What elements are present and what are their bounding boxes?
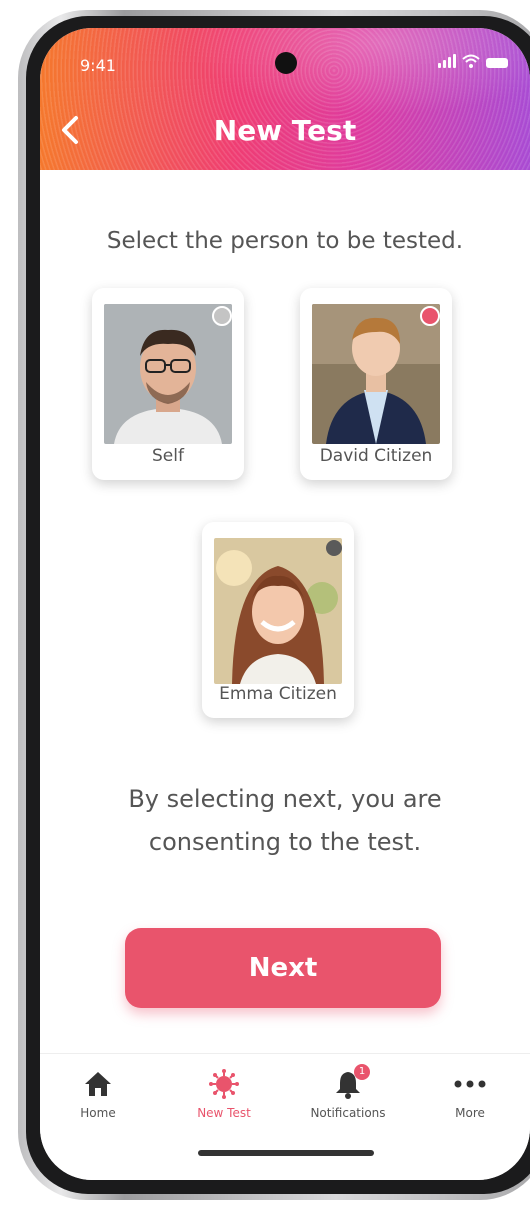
person-card-david[interactable]: David Citizen xyxy=(300,288,452,480)
person-card-emma[interactable]: Emma Citizen xyxy=(202,522,354,718)
emma-photo xyxy=(214,538,342,684)
tab-new-test[interactable]: New Test xyxy=(174,1068,274,1120)
home-indicator[interactable] xyxy=(198,1150,374,1156)
notification-badge: 1 xyxy=(354,1064,370,1080)
self-photo xyxy=(104,304,232,444)
camera-icon xyxy=(275,52,297,74)
consent-text: By selecting next, you are consenting to… xyxy=(40,778,530,864)
signal-icon xyxy=(438,54,456,68)
person-label: Self xyxy=(152,446,184,466)
status-time: 9:41 xyxy=(80,56,116,75)
app-screen: 9:41 New Test Select the person to be te… xyxy=(40,28,530,1180)
tab-label-notifications: Notifications xyxy=(310,1106,386,1120)
consent-line-2: consenting to the test. xyxy=(148,828,422,856)
header: 9:41 New Test xyxy=(40,28,530,170)
person-label: David Citizen xyxy=(319,446,433,466)
battery-icon xyxy=(486,58,508,68)
bottom-tab-bar: Home New Test 1 Notifications More xyxy=(40,1053,530,1180)
radio-unselected[interactable] xyxy=(212,306,232,326)
consent-line-1: By selecting next, you are xyxy=(128,785,442,813)
more-dots-icon xyxy=(454,1080,486,1088)
status-icons xyxy=(438,54,508,68)
home-icon xyxy=(85,1072,111,1096)
tab-more[interactable]: More xyxy=(420,1068,520,1120)
radio-unselected[interactable] xyxy=(326,540,342,556)
next-button[interactable]: Next xyxy=(125,928,441,1008)
tab-notifications[interactable]: 1 Notifications xyxy=(298,1064,398,1120)
person-card-self[interactable]: Self xyxy=(92,288,244,480)
virus-icon xyxy=(209,1069,239,1099)
prompt-text: Select the person to be tested. xyxy=(106,228,464,254)
page-title: New Test xyxy=(213,114,357,147)
tab-label-home: Home xyxy=(80,1106,116,1120)
tab-label-new-test: New Test xyxy=(197,1106,251,1120)
wifi-icon xyxy=(462,54,480,68)
radio-selected[interactable] xyxy=(420,306,440,326)
tab-home[interactable]: Home xyxy=(48,1068,148,1120)
person-label: Emma Citizen xyxy=(219,684,337,704)
tab-label-more: More xyxy=(455,1106,485,1120)
david-photo xyxy=(312,304,440,444)
